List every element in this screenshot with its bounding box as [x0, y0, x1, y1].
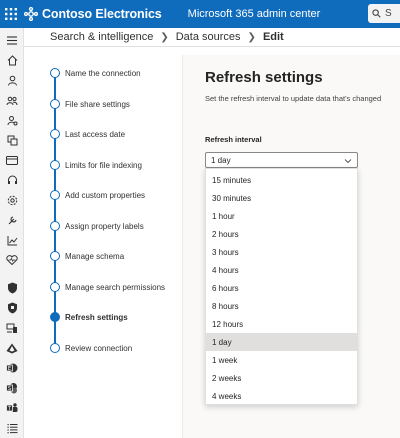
breadcrumb-edit: Edit	[262, 31, 284, 43]
step-label: Last access date	[65, 129, 126, 139]
step-indicator	[50, 190, 60, 200]
step-manage-search-permissions[interactable]: Manage search permissions	[24, 277, 183, 297]
step-indicator	[50, 282, 60, 292]
step-indicator	[50, 68, 60, 78]
step-label: Refresh settings	[65, 312, 128, 322]
step-manage-schema[interactable]: Manage schema	[24, 246, 183, 266]
support-icon[interactable]	[5, 173, 19, 187]
main-content: Refresh settings Set the refresh interva…	[183, 55, 400, 438]
admin-center-window: Contoso Electronics Microsoft 365 admin …	[0, 0, 400, 438]
step-indicator-active	[50, 312, 60, 322]
option-1-day[interactable]: 1 day	[206, 333, 357, 351]
option-2-hours[interactable]: 2 hours	[206, 225, 357, 243]
option-8-hours[interactable]: 8 hours	[206, 297, 357, 315]
option-12-hours[interactable]: 12 hours	[206, 315, 357, 333]
option-1-week[interactable]: 1 week	[206, 351, 357, 369]
all-admin-centers-icon[interactable]	[5, 421, 19, 435]
sharepoint-icon[interactable]: S	[5, 381, 19, 395]
step-add-custom-properties[interactable]: Add custom properties	[24, 185, 183, 205]
exchange-icon[interactable]: E	[5, 361, 19, 375]
step-limits-file-indexing[interactable]: Limits for file indexing	[24, 155, 183, 175]
selected-value: 1 day	[211, 155, 231, 165]
breadcrumb-search-intelligence[interactable]: Search & intelligence	[50, 31, 153, 43]
breadcrumb: Search & intelligence ❯ Data sources ❯ E…	[24, 28, 400, 47]
breadcrumb-spacer	[24, 47, 400, 55]
refresh-interval-dropdown[interactable]: 1 day	[205, 152, 358, 168]
step-file-share-settings[interactable]: File share settings	[24, 94, 183, 114]
option-3-hours[interactable]: 3 hours	[206, 243, 357, 261]
step-label: Add custom properties	[65, 190, 146, 200]
billing-icon[interactable]	[5, 153, 19, 167]
step-label: Manage schema	[65, 251, 125, 261]
security-icon[interactable]	[5, 281, 19, 295]
option-1-hour[interactable]: 1 hour	[206, 207, 357, 225]
menu-icon[interactable]	[5, 33, 19, 47]
top-bar: Contoso Electronics Microsoft 365 admin …	[0, 0, 400, 28]
roles-icon[interactable]	[5, 113, 19, 127]
step-label: Name the connection	[65, 68, 141, 78]
app-launcher-icon[interactable]	[0, 0, 22, 28]
brand-name: Contoso Electronics	[42, 7, 162, 21]
brand-logo[interactable]: Contoso Electronics	[24, 7, 162, 21]
svg-text:S: S	[8, 386, 11, 392]
step-name-connection[interactable]: Name the connection	[24, 63, 183, 83]
step-label: File share settings	[65, 99, 130, 109]
step-indicator	[50, 129, 60, 139]
home-icon[interactable]	[5, 53, 19, 67]
step-review-connection[interactable]: Review connection	[24, 338, 183, 358]
option-30-minutes[interactable]: 30 minutes	[206, 189, 357, 207]
step-indicator	[50, 99, 60, 109]
step-indicator	[50, 251, 60, 261]
azure-ad-icon[interactable]	[5, 341, 19, 355]
reports-icon[interactable]	[5, 233, 19, 247]
wizard-steps-panel: Name the connection File share settings …	[24, 55, 183, 438]
user-icon[interactable]	[5, 73, 19, 87]
app-title: Microsoft 365 admin center	[187, 8, 321, 20]
page-description: Set the refresh interval to update data …	[205, 94, 382, 103]
option-15-minutes[interactable]: 15 minutes	[206, 171, 357, 189]
step-refresh-settings[interactable]: Refresh settings	[24, 307, 183, 327]
chevron-right-icon: ❯	[247, 31, 256, 43]
option-2-weeks[interactable]: 2 weeks	[206, 369, 357, 387]
breadcrumb-data-sources[interactable]: Data sources	[176, 31, 241, 43]
refresh-interval-label: Refresh interval	[205, 135, 262, 144]
health-icon[interactable]	[5, 253, 19, 267]
chevron-right-icon: ❯	[160, 31, 169, 43]
teams-icon[interactable]: T	[5, 401, 19, 415]
option-6-hours[interactable]: 6 hours	[206, 279, 357, 297]
contoso-logo-icon	[24, 7, 38, 21]
resources-icon[interactable]	[5, 133, 19, 147]
refresh-interval-options-list: 15 minutes 30 minutes 1 hour 2 hours 3 h…	[205, 168, 358, 405]
step-assign-property-labels[interactable]: Assign property labels	[24, 216, 183, 236]
search-placeholder: S	[385, 8, 392, 19]
group-icon[interactable]	[5, 93, 19, 107]
step-label: Limits for file indexing	[65, 160, 142, 170]
chevron-down-icon	[344, 159, 352, 164]
step-label: Review connection	[65, 343, 133, 353]
option-4-hours[interactable]: 4 hours	[206, 261, 357, 279]
step-label: Assign property labels	[65, 221, 144, 231]
compliance-icon[interactable]	[5, 301, 19, 315]
step-indicator	[50, 221, 60, 231]
step-indicator	[50, 343, 60, 353]
svg-text:E: E	[8, 366, 11, 372]
search-box[interactable]: S	[368, 4, 400, 23]
search-icon	[372, 9, 381, 18]
option-4-weeks[interactable]: 4 weeks	[206, 387, 357, 405]
setup-icon[interactable]	[5, 213, 19, 227]
page-title: Refresh settings	[205, 69, 323, 86]
step-label: Manage search permissions	[65, 282, 166, 292]
settings-icon[interactable]	[5, 193, 19, 207]
step-indicator	[50, 160, 60, 170]
step-last-access-date[interactable]: Last access date	[24, 124, 183, 144]
endpoint-icon[interactable]	[5, 321, 19, 335]
left-nav-rail: E S T	[0, 28, 24, 438]
